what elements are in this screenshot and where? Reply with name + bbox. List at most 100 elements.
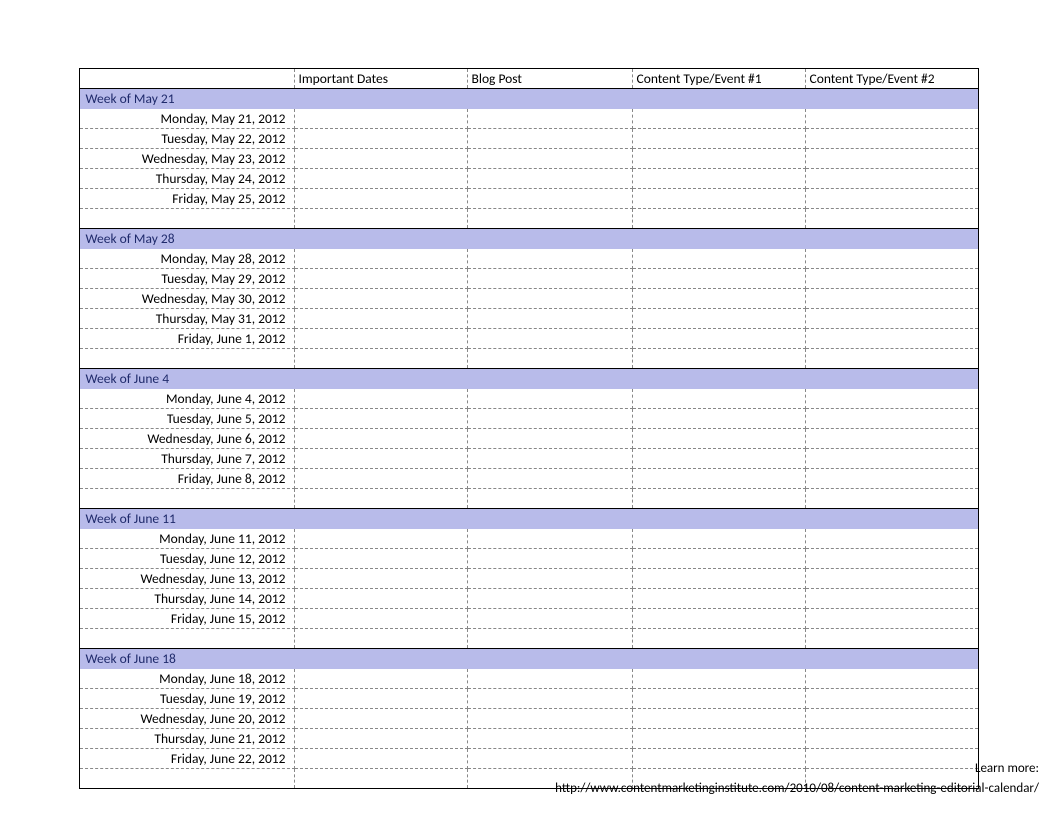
content-cell[interactable] — [805, 269, 978, 289]
content-cell[interactable] — [294, 389, 467, 409]
content-cell[interactable] — [632, 269, 805, 289]
content-cell[interactable] — [294, 249, 467, 269]
content-cell[interactable] — [467, 669, 632, 689]
content-cell[interactable] — [632, 289, 805, 309]
content-cell[interactable] — [467, 389, 632, 409]
content-cell[interactable] — [632, 149, 805, 169]
content-cell[interactable] — [632, 329, 805, 349]
content-cell[interactable] — [805, 469, 978, 489]
content-cell[interactable] — [467, 289, 632, 309]
content-cell[interactable] — [294, 409, 467, 429]
content-cell[interactable] — [805, 429, 978, 449]
content-cell[interactable] — [805, 669, 978, 689]
content-cell[interactable] — [467, 549, 632, 569]
content-cell[interactable] — [467, 129, 632, 149]
content-cell[interactable] — [467, 729, 632, 749]
content-cell[interactable] — [805, 569, 978, 589]
content-cell[interactable] — [294, 449, 467, 469]
content-cell[interactable] — [294, 749, 467, 769]
content-cell[interactable] — [805, 549, 978, 569]
spacer-cell — [79, 629, 294, 649]
content-cell[interactable] — [805, 529, 978, 549]
content-cell[interactable] — [805, 609, 978, 629]
content-cell[interactable] — [632, 589, 805, 609]
content-cell[interactable] — [632, 129, 805, 149]
date-cell: Wednesday, May 30, 2012 — [79, 289, 294, 309]
column-header — [79, 69, 294, 89]
content-cell[interactable] — [632, 709, 805, 729]
content-cell[interactable] — [294, 709, 467, 729]
content-cell[interactable] — [632, 189, 805, 209]
content-cell[interactable] — [467, 449, 632, 469]
content-cell[interactable] — [467, 269, 632, 289]
content-cell[interactable] — [467, 169, 632, 189]
content-cell[interactable] — [467, 329, 632, 349]
content-cell[interactable] — [632, 409, 805, 429]
content-cell[interactable] — [805, 329, 978, 349]
content-cell[interactable] — [805, 729, 978, 749]
content-cell[interactable] — [805, 689, 978, 709]
content-cell[interactable] — [805, 129, 978, 149]
content-cell[interactable] — [632, 309, 805, 329]
content-cell[interactable] — [294, 689, 467, 709]
content-cell[interactable] — [294, 469, 467, 489]
content-cell[interactable] — [294, 569, 467, 589]
content-cell[interactable] — [294, 129, 467, 149]
content-cell[interactable] — [467, 609, 632, 629]
content-cell[interactable] — [632, 729, 805, 749]
content-cell[interactable] — [467, 409, 632, 429]
content-cell[interactable] — [805, 709, 978, 729]
content-cell[interactable] — [805, 249, 978, 269]
content-cell[interactable] — [294, 149, 467, 169]
content-cell[interactable] — [467, 589, 632, 609]
content-cell[interactable] — [805, 109, 978, 129]
content-cell[interactable] — [805, 389, 978, 409]
content-cell[interactable] — [294, 189, 467, 209]
content-cell[interactable] — [294, 669, 467, 689]
content-cell[interactable] — [632, 609, 805, 629]
content-cell[interactable] — [805, 189, 978, 209]
content-cell[interactable] — [294, 289, 467, 309]
content-cell[interactable] — [632, 109, 805, 129]
content-cell[interactable] — [632, 249, 805, 269]
content-cell[interactable] — [805, 409, 978, 429]
content-cell[interactable] — [467, 709, 632, 729]
content-cell[interactable] — [467, 689, 632, 709]
content-cell[interactable] — [805, 149, 978, 169]
content-cell[interactable] — [294, 169, 467, 189]
content-cell[interactable] — [632, 469, 805, 489]
content-cell[interactable] — [632, 549, 805, 569]
content-cell[interactable] — [805, 289, 978, 309]
content-cell[interactable] — [294, 529, 467, 549]
content-cell[interactable] — [294, 589, 467, 609]
content-cell[interactable] — [467, 189, 632, 209]
content-cell[interactable] — [632, 529, 805, 549]
content-cell[interactable] — [467, 249, 632, 269]
content-cell[interactable] — [467, 429, 632, 449]
content-cell[interactable] — [805, 169, 978, 189]
content-cell[interactable] — [632, 449, 805, 469]
content-cell[interactable] — [294, 329, 467, 349]
content-cell[interactable] — [294, 429, 467, 449]
content-cell[interactable] — [632, 569, 805, 589]
content-cell[interactable] — [467, 109, 632, 129]
content-cell[interactable] — [805, 589, 978, 609]
content-cell[interactable] — [294, 109, 467, 129]
content-cell[interactable] — [805, 449, 978, 469]
content-cell[interactable] — [467, 569, 632, 589]
content-cell[interactable] — [294, 269, 467, 289]
content-cell[interactable] — [632, 689, 805, 709]
content-cell[interactable] — [805, 309, 978, 329]
content-cell[interactable] — [632, 429, 805, 449]
content-cell[interactable] — [294, 309, 467, 329]
content-cell[interactable] — [467, 309, 632, 329]
content-cell[interactable] — [467, 529, 632, 549]
content-cell[interactable] — [467, 149, 632, 169]
content-cell[interactable] — [294, 549, 467, 569]
content-cell[interactable] — [632, 669, 805, 689]
content-cell[interactable] — [294, 729, 467, 749]
content-cell[interactable] — [632, 389, 805, 409]
content-cell[interactable] — [467, 469, 632, 489]
content-cell[interactable] — [294, 609, 467, 629]
content-cell[interactable] — [632, 169, 805, 189]
